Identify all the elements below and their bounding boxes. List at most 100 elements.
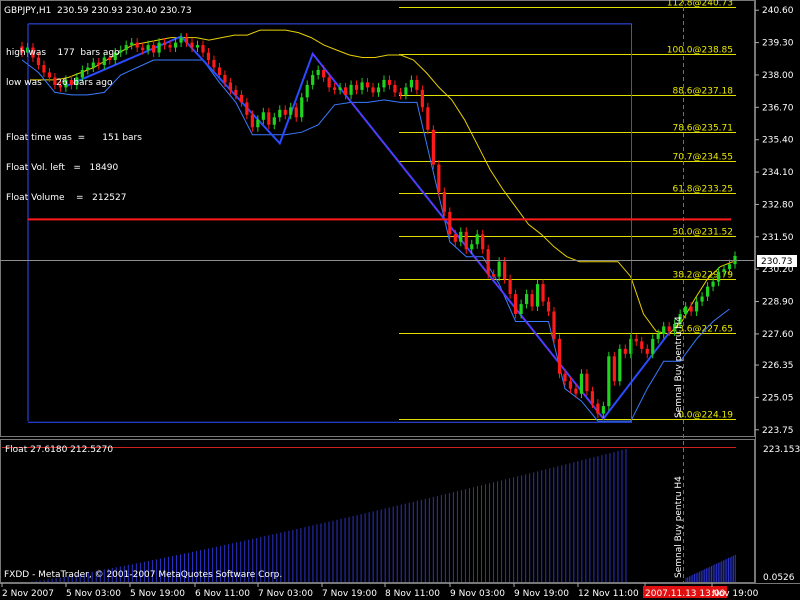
candle-body: [195, 45, 200, 48]
candle-body: [711, 281, 715, 287]
candle-body: [393, 84, 397, 93]
candle-body: [420, 89, 424, 108]
float-indicator-label: Float 27.6180 212.5270: [5, 445, 113, 455]
float-scale-bottom: 0.0526: [763, 573, 795, 583]
candle-body: [349, 84, 353, 95]
fibo-level-label: 112.8@240.73: [667, 0, 733, 9]
candle-body: [590, 391, 594, 404]
time-axis: 2 Nov 2007 5 Nov 03:00 5 Nov 19:00 6 Nov 11…: [1, 583, 759, 599]
info-line: [6, 108, 142, 113]
candle-body: [579, 373, 584, 394]
candle-body: [426, 107, 430, 130]
price-tick-label: 227.60: [762, 330, 794, 340]
time-label: 12 Nov 11:00: [578, 589, 639, 599]
price-tick-label: 234.10: [762, 168, 794, 178]
candle-body: [184, 37, 189, 43]
candle-body: [415, 79, 419, 90]
candle-body: [190, 42, 194, 48]
time-label: 7 Nov 03:00: [258, 589, 313, 599]
semnal-buy-annotation: Semnal Buy pentru H4: [674, 316, 684, 418]
candle-body: [354, 84, 359, 90]
candle-body: [612, 356, 616, 382]
candle-body: [722, 269, 726, 272]
candle-body: [250, 114, 254, 128]
info-line: Float time was = 151 bars: [6, 133, 142, 143]
price-tick-label: 236.70: [762, 103, 794, 113]
candle-body: [634, 338, 638, 342]
candle-body: [168, 45, 172, 48]
candle-body: [645, 348, 649, 354]
fibo-level-label: 70.7@234.55: [672, 153, 733, 163]
candle-body: [398, 92, 403, 95]
fibo-level-label: 50.0@231.52: [672, 228, 733, 238]
candle-body: [272, 117, 276, 125]
candle-body: [508, 279, 512, 295]
info-line: Float Volume = 212527: [6, 193, 127, 203]
candle-body: [311, 74, 315, 85]
info-line: Float Vol. left = 18490: [6, 163, 119, 173]
time-label: 9 Nov 03:00: [450, 589, 505, 599]
float-volume-histogram: [31, 449, 736, 582]
candle-body: [552, 311, 556, 339]
candle-body: [716, 271, 721, 282]
candle-body: [497, 261, 501, 277]
price-tick-label: 238.00: [762, 71, 794, 81]
candle-body: [228, 82, 233, 90]
price-tick-label: 231.50: [762, 233, 794, 243]
candle-body: [651, 338, 655, 354]
candle-body: [618, 348, 622, 382]
candle-body: [245, 102, 249, 115]
candle-body: [333, 87, 337, 90]
candle-body: [360, 82, 364, 90]
candle-body: [684, 306, 688, 314]
candle-body: [695, 301, 699, 312]
fibo-level-label: 78.6@235.71: [672, 124, 733, 134]
candle-body: [546, 301, 551, 312]
time-label: 8 Nov 11:00: [385, 589, 440, 599]
candle-body: [212, 60, 216, 68]
candle-body: [475, 234, 479, 245]
candle-body: [486, 249, 490, 275]
candle-body: [568, 381, 573, 389]
fibo-level-label: 0.0@224.19: [678, 411, 733, 421]
candle-body: [223, 74, 227, 83]
candle-body: [146, 45, 150, 51]
time-label: 9 Nov 19:00: [514, 589, 569, 599]
candle-body: [623, 348, 627, 354]
copyright-footer: FXDD - MetaTrader, © 2001-2007 MetaQuote…: [4, 570, 283, 580]
candle-body: [256, 119, 260, 128]
chart-header: GBPJPY,H1 230.59 230.93 230.40 230.73: [4, 6, 192, 16]
info-panel: high was 177 bars ago low was 26 bars ag…: [6, 28, 142, 213]
candle-body: [173, 42, 178, 48]
candle-body: [596, 403, 600, 414]
candle-body: [289, 107, 293, 115]
price-axis: 240.60 239.30 238.00 236.70 235.40 234.10 232.…: [755, 6, 794, 436]
time-label: 5 Nov 03:00: [66, 589, 121, 599]
candle-body: [470, 244, 474, 250]
time-label: Nov 19:00: [712, 589, 759, 599]
candle-body: [689, 306, 693, 312]
candle-body: [459, 231, 463, 242]
time-label: 5 Nov 19:00: [130, 589, 185, 599]
candle-body: [656, 333, 660, 339]
candle-body: [437, 164, 441, 192]
candle-body: [640, 341, 644, 349]
price-tick-label: 235.40: [762, 136, 794, 146]
candle-body: [601, 406, 605, 414]
candle-body: [267, 112, 271, 125]
info-line: high was 177 bars ago: [6, 48, 120, 58]
candle-body: [294, 107, 298, 118]
zigzag-line: [65, 35, 670, 421]
semnal-buy-annotation-indicator: Semnal Buy pentru H4: [674, 476, 684, 578]
price-tick-label: 228.90: [762, 298, 794, 308]
candle-body: [343, 87, 348, 95]
fibo-level-label: 88.6@237.18: [672, 87, 733, 97]
candle-body: [305, 84, 309, 98]
candle-body: [157, 42, 161, 53]
price-tick-label: 240.60: [762, 6, 794, 16]
current-price-label: 230.73: [761, 257, 793, 267]
candle-body: [727, 264, 732, 270]
candle-body: [327, 77, 331, 88]
candle-body: [667, 326, 671, 332]
candle-body: [574, 388, 578, 394]
